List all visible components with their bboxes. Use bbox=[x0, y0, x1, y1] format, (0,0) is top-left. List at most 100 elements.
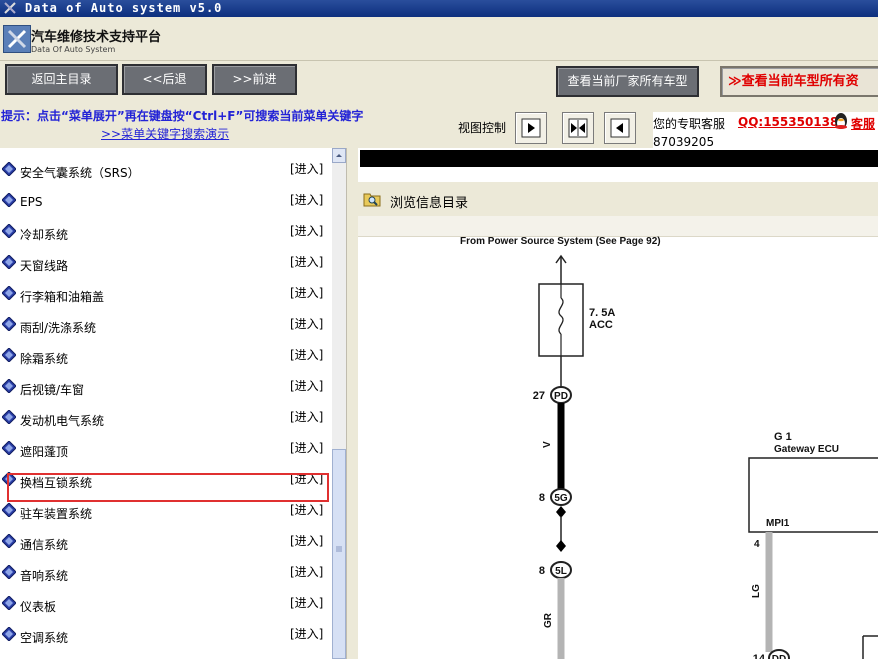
menu-item-enter-link[interactable]: [进入] bbox=[290, 439, 323, 456]
menu-item-enter-link[interactable]: [进入] bbox=[290, 160, 323, 177]
app-logo-icon bbox=[3, 25, 31, 53]
menu-item-label: 音响系统 bbox=[20, 569, 69, 583]
book-diamond-icon bbox=[2, 193, 16, 207]
menu-item-enter-link[interactable]: [进入] bbox=[290, 563, 323, 580]
support-service-link[interactable]: 客服 bbox=[851, 115, 875, 132]
scrollbar-thumb[interactable] bbox=[332, 449, 346, 659]
connector-5l-label: 5L bbox=[555, 566, 567, 577]
menu-item-enter-link[interactable]: [进入] bbox=[290, 532, 323, 549]
book-diamond-icon bbox=[2, 596, 16, 610]
menu-item-enter-link[interactable]: [进入] bbox=[290, 315, 323, 332]
wire-lg-label: LG bbox=[751, 584, 762, 598]
current-model-button[interactable]: ≫查看当前车型所有资 bbox=[720, 66, 878, 97]
menu-item-enter-link[interactable]: [进入] bbox=[290, 594, 323, 611]
wire-gr-label: GR bbox=[543, 612, 554, 628]
content-pane: 浏览信息目录 From Power Source System (See Pag… bbox=[358, 148, 878, 659]
qq-penguin-icon bbox=[835, 113, 847, 129]
connector-pd-label: PD bbox=[554, 391, 568, 402]
menu-item[interactable]: 空调系统 [进入] bbox=[0, 618, 332, 649]
menu-item[interactable]: 仪表板 [进入] bbox=[0, 587, 332, 618]
connector-dd-label: DD bbox=[772, 654, 786, 659]
all-models-button[interactable]: 查看当前厂家所有车型 bbox=[556, 66, 699, 97]
book-diamond-icon bbox=[2, 255, 16, 269]
menu-item[interactable]: 音响系统 [进入] bbox=[0, 556, 332, 587]
connector-5g-label: 5G bbox=[554, 493, 568, 504]
ecu-pin-number: 4 bbox=[754, 539, 760, 550]
menu-item[interactable]: 安全气囊系统（SRS） [进入] bbox=[0, 153, 332, 184]
folder-search-icon bbox=[363, 193, 381, 207]
diagram-header: From Power Source System (See Page 92) bbox=[460, 236, 661, 247]
window-titlebar: Data of Auto system v5.0 bbox=[0, 0, 878, 17]
scroll-up-arrow-icon[interactable] bbox=[332, 148, 346, 163]
menu-item[interactable]: 雨刮/洗涤系统 [进入] bbox=[0, 308, 332, 339]
menu-item-label: 发动机电气系统 bbox=[20, 414, 105, 428]
menu-item-label: 后视镜/车窗 bbox=[20, 383, 85, 397]
book-diamond-icon bbox=[2, 534, 16, 548]
back-button-label: <<后退 bbox=[142, 72, 187, 86]
menu-item[interactable]: 天窗线路 [进入] bbox=[0, 246, 332, 277]
forward-button-label: >>前进 bbox=[232, 72, 277, 86]
all-models-button-label: 查看当前厂家所有车型 bbox=[567, 74, 688, 88]
menu-item-enter-link[interactable]: [进入] bbox=[290, 625, 323, 642]
menu-item[interactable]: 遮阳蓬顶 [进入] bbox=[0, 432, 332, 463]
browse-header: 浏览信息目录 bbox=[358, 182, 878, 217]
view-expand-left-button[interactable] bbox=[604, 112, 636, 144]
book-diamond-icon bbox=[2, 503, 16, 517]
menu-item[interactable]: 除霜系统 [进入] bbox=[0, 339, 332, 370]
menu-item-label: 安全气囊系统（SRS） bbox=[20, 166, 140, 180]
app-title: 汽车维修技术支持平台 bbox=[31, 30, 162, 45]
menu-item-enter-link[interactable]: [进入] bbox=[290, 253, 323, 270]
menu-item-label: 雨刮/洗涤系统 bbox=[20, 321, 97, 335]
menu-item-label: 除霜系统 bbox=[20, 352, 69, 366]
menu-item[interactable]: 发动机电气系统 [进入] bbox=[0, 401, 332, 432]
fuse-name: ACC bbox=[589, 319, 613, 331]
window-title: Data of Auto system v5.0 bbox=[25, 1, 223, 15]
book-diamond-icon bbox=[2, 348, 16, 362]
menu-item-label: 遮阳蓬顶 bbox=[20, 445, 69, 459]
connector-5g-pin: 8 bbox=[539, 492, 545, 504]
view-control-label: 视图控制 bbox=[458, 121, 507, 135]
menu-item-label: EPS bbox=[20, 195, 43, 209]
content-black-bar bbox=[360, 150, 878, 167]
menu-item-label: 驻车装置系统 bbox=[20, 507, 93, 521]
ecu-pin-name: MPI1 bbox=[766, 518, 790, 529]
book-diamond-icon bbox=[2, 441, 16, 455]
wire-v-label: V bbox=[542, 441, 553, 448]
menu-item-enter-link[interactable]: [进入] bbox=[290, 284, 323, 301]
book-diamond-icon bbox=[2, 224, 16, 238]
app-header: 汽车维修技术支持平台 Data Of Auto System bbox=[0, 17, 878, 61]
view-split-button[interactable] bbox=[562, 112, 594, 144]
support-label: 您的专职客服 bbox=[653, 117, 726, 131]
book-diamond-icon bbox=[2, 317, 16, 331]
menu-item[interactable]: 行李箱和油箱盖 [进入] bbox=[0, 277, 332, 308]
forward-button[interactable]: >>前进 bbox=[212, 64, 297, 95]
home-button[interactable]: 返回主目录 bbox=[5, 64, 118, 95]
book-diamond-icon bbox=[2, 627, 16, 641]
menu-item-label: 冷却系统 bbox=[20, 228, 69, 242]
book-diamond-icon bbox=[2, 379, 16, 393]
arrow-left-icon bbox=[610, 118, 630, 138]
fuse-rating: 7. 5A bbox=[589, 307, 615, 319]
split-view-icon bbox=[568, 118, 588, 138]
view-expand-right-button[interactable] bbox=[515, 112, 547, 144]
menu-item-enter-link[interactable]: [进入] bbox=[290, 408, 323, 425]
menu-item[interactable]: EPS [进入] bbox=[0, 184, 332, 215]
support-info: 您的专职客服 QQ:1553501388 客服 87039205 bbox=[653, 112, 878, 152]
main-toolbar: 返回主目录 <<后退 >>前进 查看当前厂家所有车型 ≫查看当前车型所有资 bbox=[0, 61, 878, 104]
menu-item[interactable]: 通信系统 [进入] bbox=[0, 525, 332, 556]
book-diamond-icon bbox=[2, 162, 16, 176]
connector-dd-pin: 14 bbox=[753, 653, 766, 659]
back-button[interactable]: <<后退 bbox=[122, 64, 207, 95]
menu-item-enter-link[interactable]: [进入] bbox=[290, 222, 323, 239]
support-qq-link[interactable]: QQ:1553501388 bbox=[738, 115, 847, 129]
book-diamond-icon bbox=[2, 286, 16, 300]
menu-item-enter-link[interactable]: [进入] bbox=[290, 377, 323, 394]
menu-scrollbar[interactable] bbox=[332, 148, 346, 659]
menu-item[interactable]: 后视镜/车窗 [进入] bbox=[0, 370, 332, 401]
menu-item[interactable]: 冷却系统 [进入] bbox=[0, 215, 332, 246]
menu-item-enter-link[interactable]: [进入] bbox=[290, 191, 323, 208]
menu-item-enter-link[interactable]: [进入] bbox=[290, 346, 323, 363]
browse-title: 浏览信息目录 bbox=[390, 196, 469, 211]
search-demo-link[interactable]: >>菜单关键字搜索演示 bbox=[101, 125, 229, 142]
menu-item-enter-link[interactable]: [进入] bbox=[290, 501, 323, 518]
